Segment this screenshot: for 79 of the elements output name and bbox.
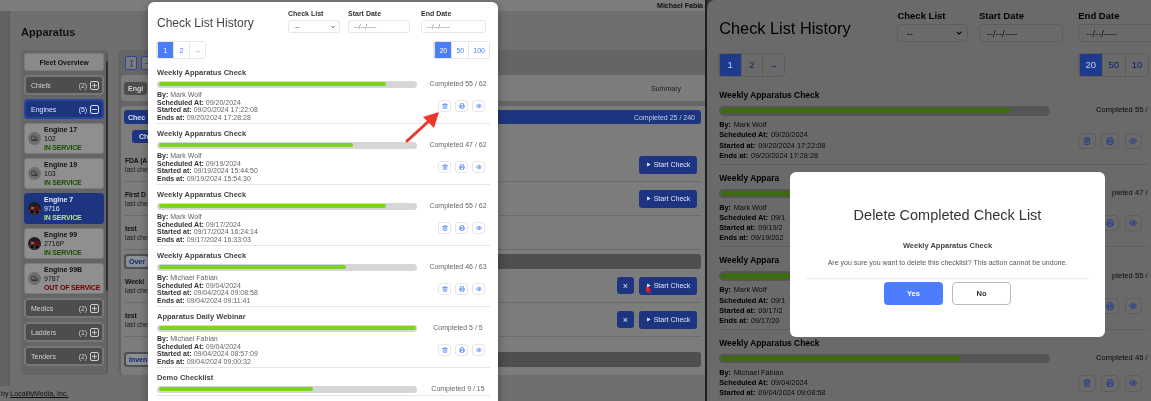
date-field[interactable]: --/--/---- — [1078, 24, 1151, 43]
play-icon — [645, 162, 651, 167]
delete-button[interactable] — [1078, 375, 1096, 392]
plus-icon — [91, 352, 99, 360]
checklist-title: Weekly Appara — [719, 171, 780, 184]
eye-icon — [1129, 379, 1138, 388]
delete-button[interactable] — [1078, 132, 1096, 149]
play-icon — [645, 196, 651, 201]
detail-line: Started at: 09/20/2024 17:22:08 — [719, 140, 826, 151]
pointer-icon — [646, 286, 652, 294]
trash-icon — [441, 286, 448, 292]
modal-title: Check List History — [719, 19, 852, 39]
completed-count: pleted 55 / — [1111, 270, 1148, 282]
caret-icon — [954, 29, 964, 38]
eye-icon — [475, 347, 482, 353]
caret-icon — [330, 23, 336, 30]
detail-line: Started at: 09/17/2 — [719, 305, 784, 317]
detail-line: By: Mark Wolf — [719, 202, 768, 214]
date-field[interactable]: --/--/---- — [979, 24, 1064, 43]
detail-line: Scheduled At: 09/1 — [719, 213, 786, 224]
eye-icon — [475, 225, 482, 231]
completed-count: pleted 47 / — [1111, 187, 1148, 199]
detail-line: By: Mark Wolf — [719, 120, 768, 131]
view-button[interactable] — [1124, 375, 1143, 392]
eye-icon — [475, 286, 482, 292]
remove-button[interactable]: × — [617, 311, 634, 328]
view-button[interactable] — [1124, 132, 1143, 149]
trash-icon — [441, 164, 448, 170]
checklist-title: Weekly Apparatus Check — [719, 336, 820, 349]
printer-icon — [1106, 219, 1115, 228]
checklist-title: Weekly Appara — [719, 254, 780, 267]
detail-line: Started at: 09/04/2024 09:08:58 — [719, 388, 826, 399]
filter-label: Start Date — [979, 10, 1025, 22]
eye-icon — [1129, 136, 1138, 145]
eye-icon — [1129, 301, 1138, 310]
printer-icon — [458, 225, 465, 231]
detail-line: Ends at: 09/19/202 — [719, 233, 785, 244]
select-field[interactable]: -- — [897, 24, 969, 43]
eye-icon — [1129, 219, 1138, 228]
detail-line: Scheduled At: 09/04/2024 — [719, 378, 809, 389]
detail-line: Scheduled At: 09/20/2024 — [719, 130, 809, 141]
checklist-title: Weekly Apparatus Check — [719, 89, 820, 102]
trash-icon — [1083, 379, 1092, 388]
printer-icon — [458, 347, 465, 353]
filter-label: End Date — [1078, 10, 1121, 22]
eye-icon — [475, 164, 482, 170]
text-cursor-icon — [127, 59, 135, 67]
plus-icon — [91, 328, 99, 336]
eye-icon — [475, 103, 482, 109]
printer-icon — [458, 103, 465, 109]
page-title: Apparatus — [21, 25, 76, 39]
page-button[interactable]: 1 — [718, 54, 741, 76]
plus-icon — [91, 304, 99, 312]
modal-title: Check List History — [157, 16, 255, 30]
filter-label: Check List — [897, 10, 947, 22]
detail-line: By: Mark Wolf — [719, 285, 768, 296]
printer-icon — [1106, 301, 1115, 310]
detail-line: Started at: 09/19/2 — [719, 223, 784, 234]
detail-line: By: Michael Fabian — [719, 368, 785, 379]
plus-icon — [91, 81, 99, 89]
detail-line: Ends at: 09/17/20 — [719, 316, 781, 327]
completed-count: Completed 46 / — [1095, 353, 1148, 364]
play-icon — [645, 283, 651, 288]
dialog-title: Delete Completed Check List — [853, 207, 1042, 223]
trash-icon — [1083, 136, 1092, 145]
printer-icon — [458, 286, 465, 292]
remove-button[interactable]: × — [617, 277, 634, 294]
detail-line: Scheduled At: 09/1 — [719, 295, 786, 306]
printer-icon — [1106, 379, 1115, 388]
trash-icon — [441, 347, 448, 353]
trash-icon — [441, 225, 448, 231]
printer-icon — [458, 164, 465, 170]
play-icon — [645, 317, 651, 322]
detail-line: Ends at: 09/20/2024 17:28:28 — [719, 150, 820, 162]
printer-icon — [1106, 136, 1115, 145]
completed-count: Completed 55 / — [1095, 105, 1148, 117]
page-size-button[interactable]: 20 — [1078, 54, 1102, 76]
trash-icon — [441, 103, 448, 109]
annotation-arrow — [404, 110, 442, 144]
